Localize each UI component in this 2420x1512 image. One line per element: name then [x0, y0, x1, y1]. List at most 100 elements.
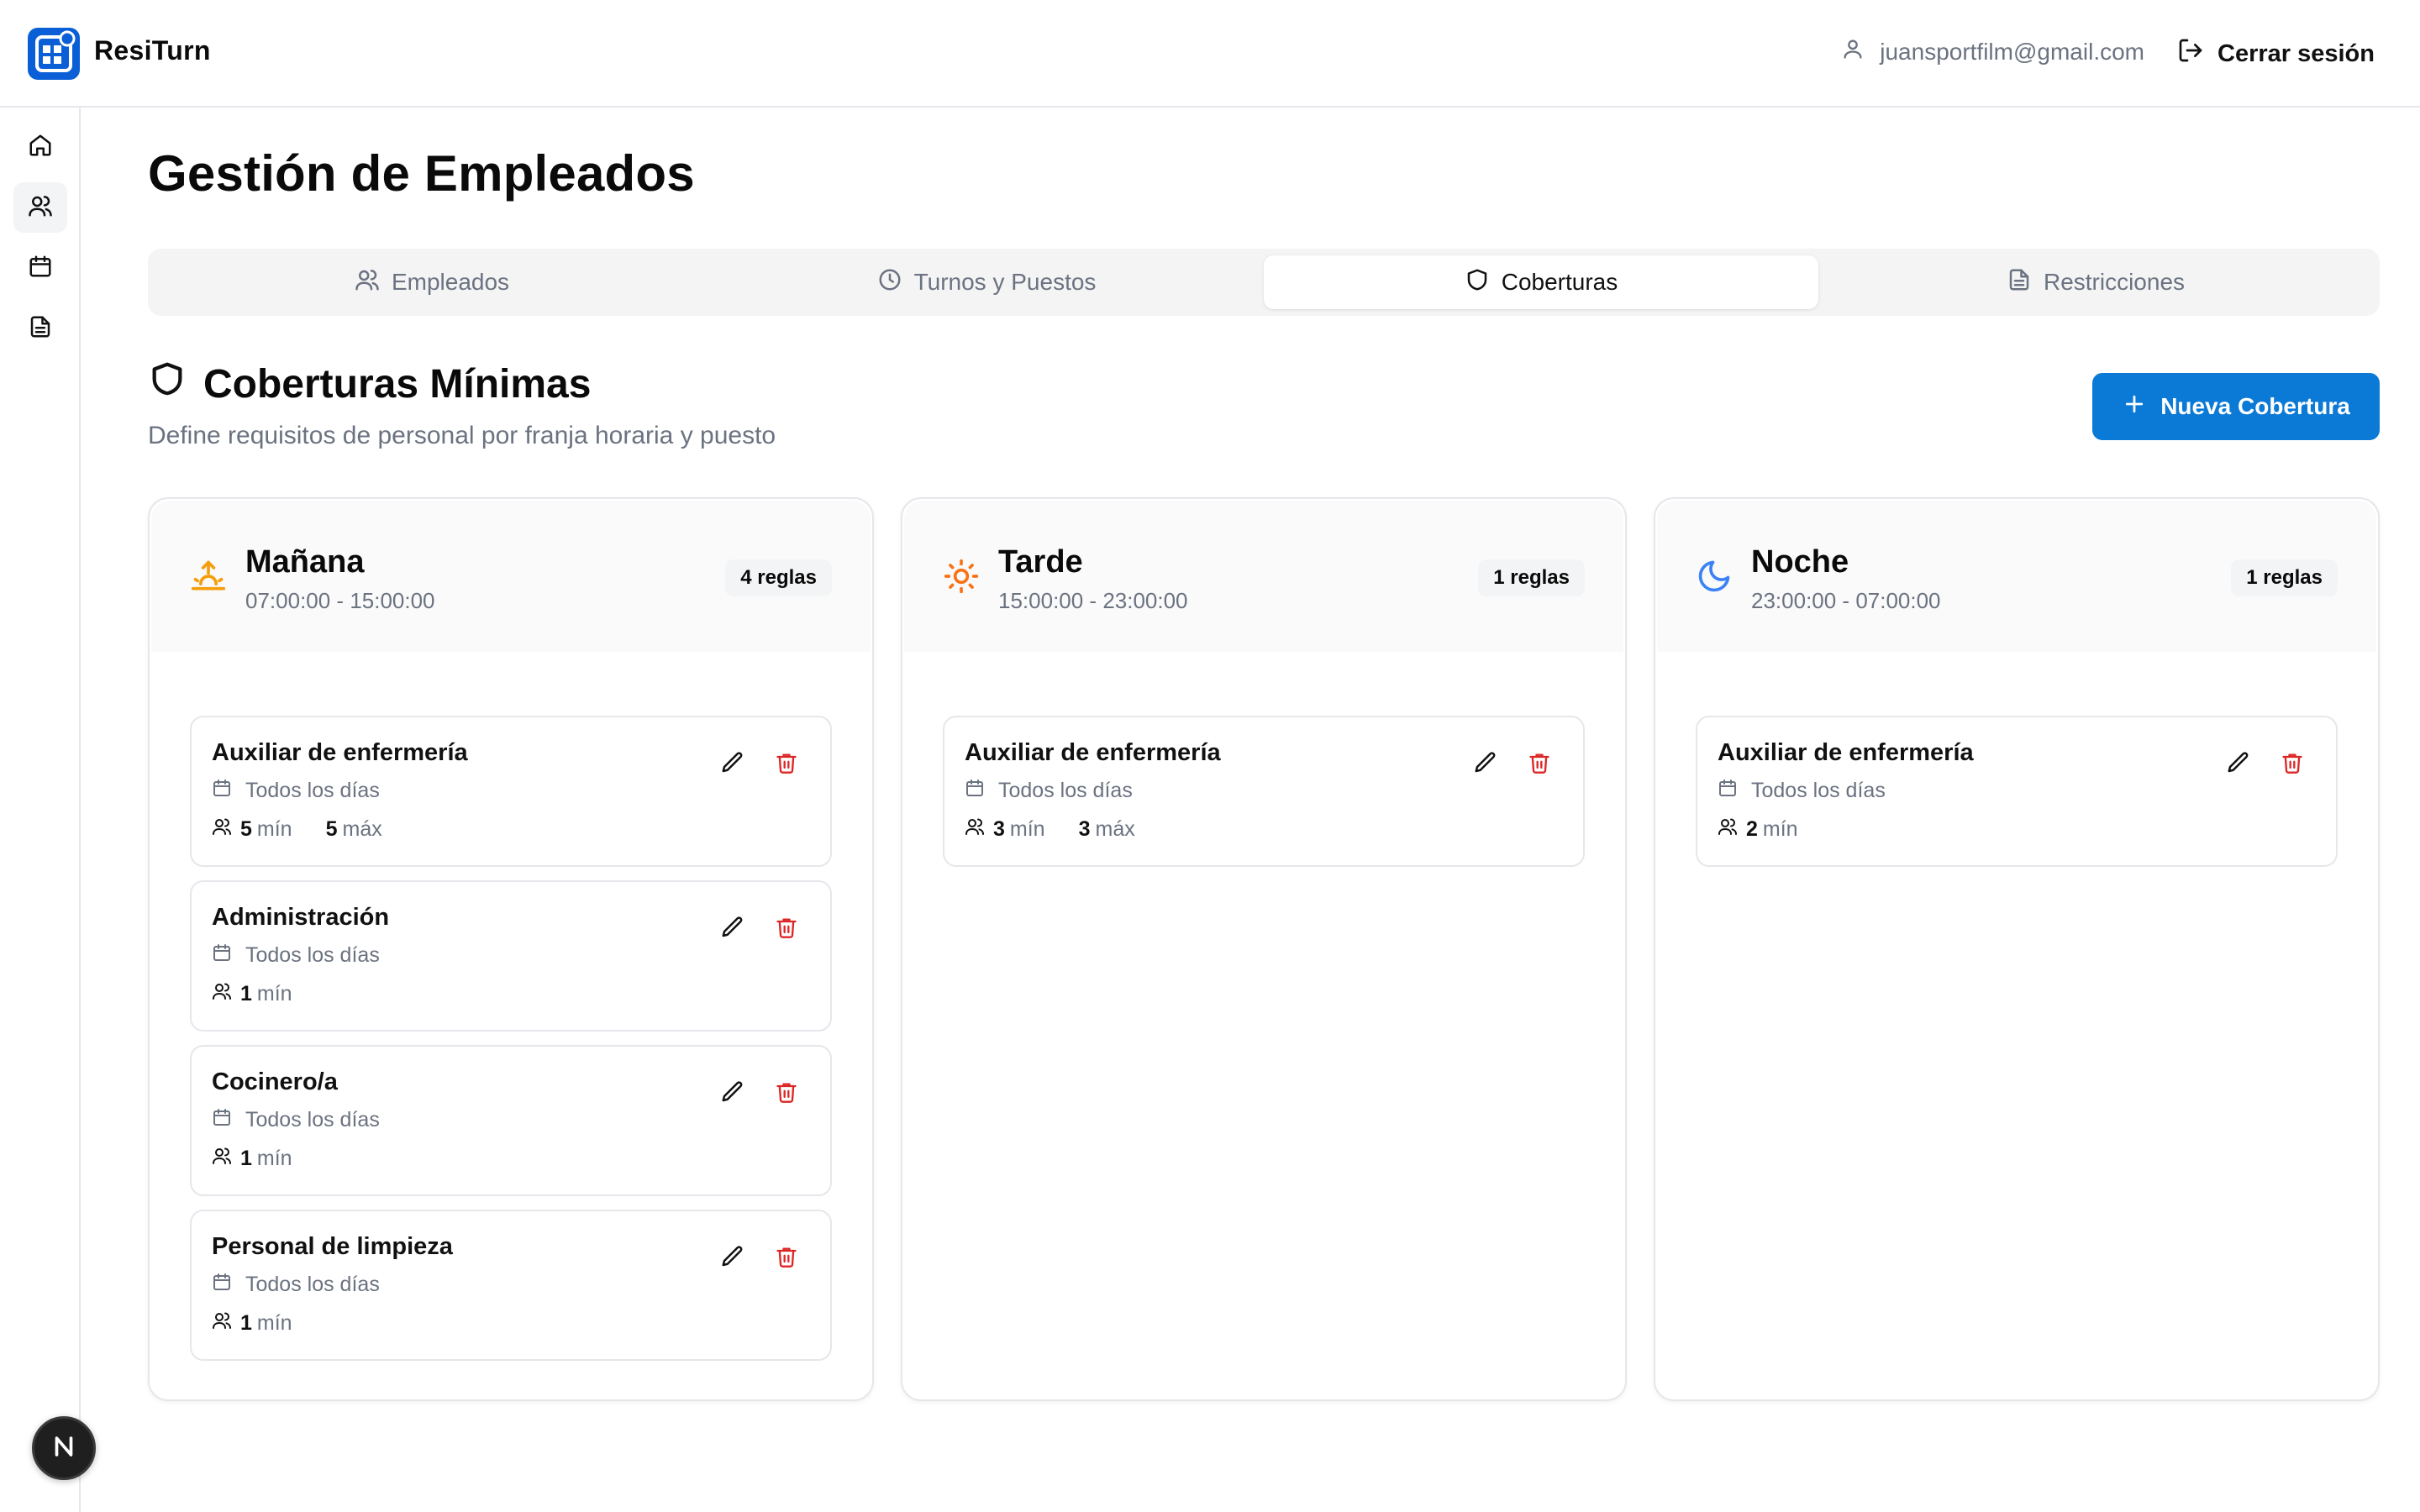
rule-days-text: Todos los días	[245, 1108, 380, 1131]
rule-max-label: máx	[342, 817, 382, 841]
user-icon	[1841, 37, 1865, 66]
rules-count-badge: 1 reglas	[2231, 559, 2338, 596]
delete-rule-button[interactable]	[770, 1077, 803, 1110]
rule-min-value: 1	[240, 1147, 252, 1170]
file-text-icon	[2007, 267, 2032, 298]
delete-rule-button[interactable]	[1523, 748, 1556, 781]
sidebar-item-home[interactable]	[13, 122, 67, 172]
shield-icon	[1465, 267, 1490, 298]
logout-label: Cerrar sesión	[2217, 39, 2375, 67]
calendar-icon	[212, 942, 232, 969]
rule-max-label: máx	[1095, 817, 1135, 841]
rule-max-value: 3	[1078, 817, 1091, 841]
rule-position: Administración	[212, 904, 390, 931]
rule-max-value: 5	[325, 817, 338, 841]
calendar-icon	[212, 1272, 232, 1298]
rule-days-text: Todos los días	[1751, 779, 1886, 802]
users-icon	[965, 816, 985, 843]
plus-icon	[2122, 391, 2147, 423]
rule-position: Auxiliar de enfermería	[1718, 739, 1974, 766]
sunrise-icon	[190, 558, 227, 595]
pencil-icon	[720, 915, 745, 944]
new-coverage-label: Nueva Cobertura	[2160, 393, 2350, 419]
rule-staff-count: 1 mín	[212, 1146, 292, 1172]
delete-rule-button[interactable]	[770, 912, 803, 946]
home-icon	[28, 133, 53, 162]
shift-column-manana: Mañana 07:00:00 - 15:00:00 4 reglas Auxi…	[148, 497, 874, 1401]
coverage-rule-card: Auxiliar de enfermería Todos los días 3 …	[943, 716, 1585, 867]
tab-label: Coberturas	[1501, 269, 1618, 295]
section-title-text: Coberturas Mínimas	[203, 361, 592, 407]
tab-turnos-y-puestos[interactable]: Turnos y Puestos	[709, 255, 1264, 309]
rule-min-value: 5	[240, 817, 252, 841]
shift-header: Tarde 15:00:00 - 23:00:00 1 reglas	[904, 501, 1623, 652]
shift-name: Mañana	[245, 544, 365, 580]
sidebar-item-calendar[interactable]	[13, 243, 67, 293]
rule-min-label: mín	[1009, 817, 1045, 841]
edit-rule-button[interactable]	[2222, 748, 2255, 781]
app-title: ResiTurn	[94, 35, 211, 66]
tab-empleados[interactable]: Empleados	[155, 255, 709, 309]
trash-icon	[2281, 751, 2304, 779]
delete-rule-button[interactable]	[770, 1242, 803, 1275]
delete-rule-button[interactable]	[770, 748, 803, 781]
rule-position: Auxiliar de enfermería	[965, 739, 1221, 766]
rule-min-label: mín	[256, 1147, 292, 1170]
rule-staff-count: 1 mín	[212, 981, 292, 1007]
rule-days-text: Todos los días	[245, 779, 380, 802]
calendar-icon	[28, 254, 53, 283]
users-icon	[1718, 816, 1738, 843]
logout-button[interactable]: Cerrar sesión	[2177, 37, 2375, 71]
tab-label: Empleados	[391, 269, 510, 295]
rule-position: Auxiliar de enfermería	[212, 739, 468, 766]
edit-rule-button[interactable]	[1469, 748, 1502, 781]
pencil-icon	[2226, 750, 2251, 780]
users-icon	[212, 981, 232, 1007]
edit-rule-button[interactable]	[716, 748, 750, 781]
edit-rule-button[interactable]	[716, 912, 750, 946]
next-dev-badge[interactable]	[32, 1416, 96, 1480]
tab-coberturas[interactable]: Coberturas	[1264, 255, 1818, 309]
app-logo-icon[interactable]	[27, 27, 81, 81]
users-icon	[355, 267, 380, 298]
edit-rule-button[interactable]	[716, 1077, 750, 1110]
rule-min-value: 1	[240, 982, 252, 1005]
rule-days-text: Todos los días	[245, 943, 380, 967]
shift-name: Tarde	[998, 544, 1083, 580]
shift-time: 07:00:00 - 15:00:00	[245, 588, 435, 613]
coverage-rule-card: Personal de limpieza Todos los días 1 mí…	[190, 1210, 832, 1361]
trash-icon	[775, 751, 798, 779]
sidebar-item-documents[interactable]	[13, 303, 67, 354]
shift-time: 23:00:00 - 07:00:00	[1751, 588, 1941, 613]
logout-icon	[2177, 37, 2204, 71]
rules-count-badge: 4 reglas	[725, 559, 832, 596]
tab-list: Empleados Turnos y Puestos Coberturas Re…	[148, 249, 2380, 316]
rule-min-label: mín	[256, 817, 292, 841]
coverage-rule-card: Administración Todos los días 1 mín	[190, 880, 832, 1032]
rule-min-value: 1	[240, 1311, 252, 1335]
edit-rule-button[interactable]	[716, 1242, 750, 1275]
rule-position: Personal de limpieza	[212, 1233, 453, 1260]
n-logo-icon	[50, 1432, 78, 1465]
calendar-icon	[212, 1107, 232, 1133]
users-icon	[212, 816, 232, 843]
tab-label: Restricciones	[2043, 269, 2186, 295]
tab-label: Turnos y Puestos	[913, 269, 1097, 295]
rule-staff-count: 5 mín 5 máx	[212, 816, 382, 843]
pencil-icon	[1473, 750, 1498, 780]
rule-days: Todos los días	[212, 1107, 380, 1133]
sidebar-item-employees[interactable]	[13, 182, 67, 233]
rule-days-text: Todos los días	[998, 779, 1133, 802]
rules-count-badge: 1 reglas	[1478, 559, 1585, 596]
rule-staff-count: 3 mín 3 máx	[965, 816, 1135, 843]
pencil-icon	[720, 1244, 745, 1273]
new-coverage-button[interactable]: Nueva Cobertura	[2092, 373, 2380, 440]
tab-restricciones[interactable]: Restricciones	[1818, 255, 2373, 309]
delete-rule-button[interactable]	[2275, 748, 2309, 781]
coverage-rule-card: Auxiliar de enfermería Todos los días 2 …	[1696, 716, 2338, 867]
section-description: Define requisitos de personal por franja…	[148, 422, 776, 449]
moon-icon	[1696, 558, 1733, 595]
section-title: Coberturas Mínimas	[148, 360, 591, 408]
shift-header: Noche 23:00:00 - 07:00:00 1 reglas	[1657, 501, 2376, 652]
users-icon	[212, 1146, 232, 1172]
